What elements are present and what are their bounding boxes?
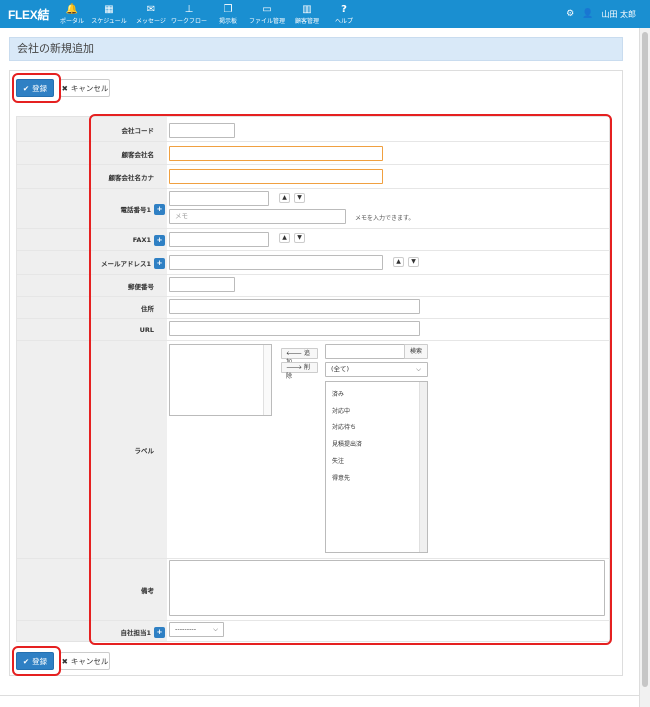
nav-board[interactable]: ❐ 掲示板 [210, 0, 246, 28]
user-icon: 👤 [582, 9, 594, 19]
envelope-icon: ✉ [146, 3, 156, 15]
bell-icon: 🔔 [65, 3, 79, 15]
gears-icon[interactable]: ⚙ [566, 9, 574, 19]
nav-message[interactable]: ✉ メッセージ [134, 0, 168, 28]
window-scrollbar-thumb[interactable] [642, 32, 648, 687]
highlight-form-fields [89, 114, 612, 645]
user-name[interactable]: 山田 太郎 [601, 9, 636, 20]
stamp-icon: ⊥ [184, 3, 194, 15]
nav-workflow[interactable]: ⊥ ワークフロー [168, 0, 210, 28]
highlight-register-top [12, 73, 61, 103]
close-icon: ✖ [61, 656, 68, 666]
question-icon: ? [341, 3, 347, 15]
user-area: ⚙ 👤 山田 太郎 [566, 0, 636, 28]
cancel-button-top[interactable]: ✖ キャンセル [60, 79, 110, 97]
drive-icon: ▭ [262, 3, 272, 15]
nav-portal[interactable]: 🔔 ポータル [60, 0, 84, 28]
top-navbar: FLEX結 🔔 ポータル ▦ スケジュール ✉ メッセージ ⊥ ワークフロー ❐ 掲示板 … [0, 0, 650, 28]
building-icon: ▥ [302, 3, 312, 15]
app-logo[interactable]: FLEX結 [0, 6, 60, 23]
close-icon: ✖ [61, 83, 68, 93]
nav-customer-management[interactable]: ▥ 顧客管理 [288, 0, 326, 28]
highlight-register-bottom [12, 646, 61, 676]
board-icon: ❐ [223, 3, 233, 15]
page-title: 会社の新規追加 [9, 37, 623, 61]
nav-schedule[interactable]: ▦ スケジュール [84, 0, 134, 28]
nav-help[interactable]: ? ヘルプ [326, 0, 362, 28]
nav-file-management[interactable]: ▭ ファイル管理 [246, 0, 288, 28]
window-scrollbar[interactable] [639, 28, 650, 707]
calendar-icon: ▦ [104, 3, 114, 15]
cancel-button-bottom[interactable]: ✖ キャンセル [60, 652, 110, 670]
